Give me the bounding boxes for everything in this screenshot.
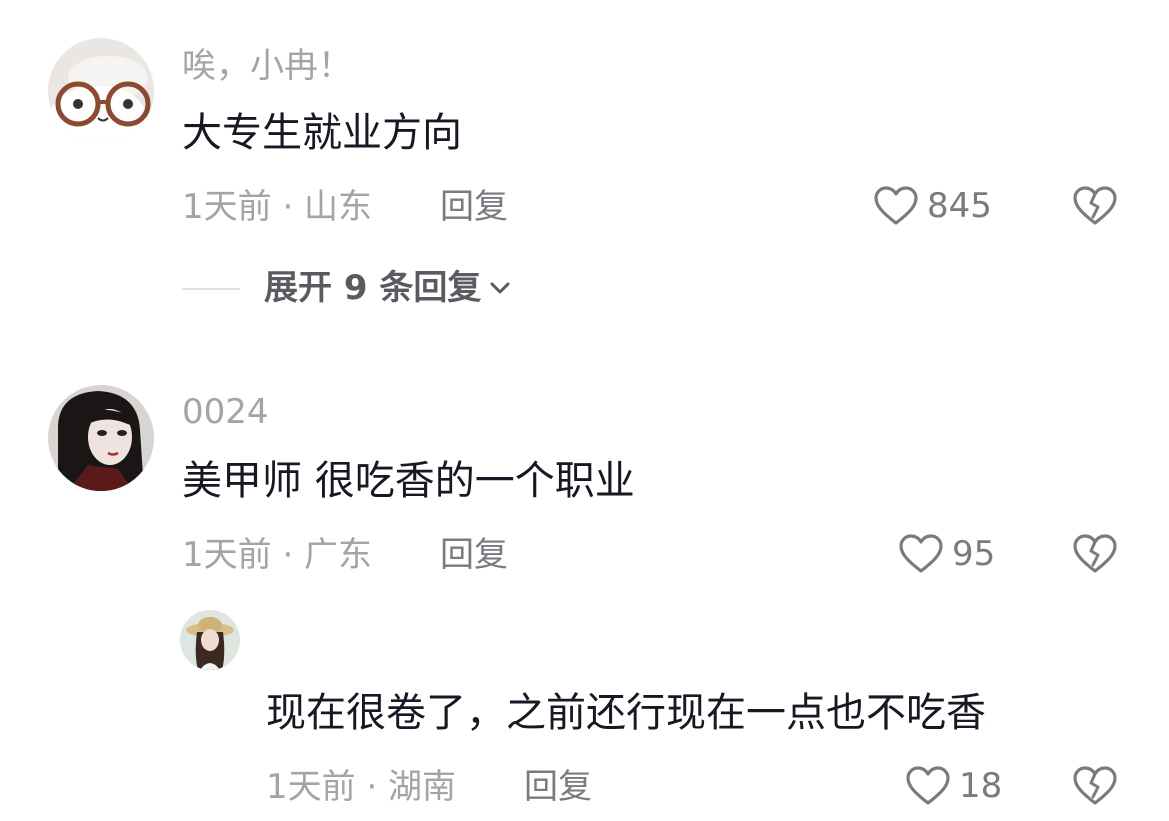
heart-icon [899,534,943,573]
dark-hair-girl-avatar-icon [48,385,154,491]
heart-icon [874,186,918,225]
like-count: 18 [959,766,1003,806]
chevron-down-icon [490,282,510,294]
expand-replies-button[interactable]: 展开 9 条回复 [264,268,511,308]
expand-replies-label: 展开 9 条回复 [264,268,482,308]
like-count: 95 [952,534,996,574]
like-count: 845 [927,186,992,226]
comment-meta: 1天前 · 广东 [182,535,373,575]
reply-button[interactable]: 回复 [440,187,508,227]
avatar[interactable] [180,610,240,670]
avatar[interactable] [48,38,154,144]
dislike-button[interactable] [1072,765,1118,807]
reply-button[interactable]: 回复 [524,767,592,807]
reply-text: 现在很卷了，之前还行现在一点也不吃香 [266,690,986,736]
broken-heart-icon [1073,186,1117,225]
dislike-button[interactable] [1072,533,1118,575]
comment-meta: 1天前 · 山东 [182,187,373,227]
straw-hat-girl-avatar-icon [180,610,240,670]
reply-button[interactable]: 回复 [440,535,508,575]
like-button[interactable]: 845 [873,185,992,227]
heart-icon [906,766,950,805]
comment-text: 大专生就业方向 [182,110,462,156]
comment-username[interactable]: 唉，小冉！ [182,46,352,86]
dislike-button[interactable] [1072,185,1118,227]
comment-text: 美甲师 很吃香的一个职业 [182,458,635,504]
reply-meta: 1天前 · 湖南 [266,767,457,807]
expand-divider [182,288,240,290]
broken-heart-icon [1073,766,1117,805]
avatar[interactable] [48,385,154,491]
glasses-cloud-avatar-icon [48,38,154,144]
comment-username[interactable]: 0024 [182,392,269,432]
broken-heart-icon [1073,534,1117,573]
like-button[interactable]: 95 [898,533,995,575]
like-button[interactable]: 18 [905,765,1002,807]
